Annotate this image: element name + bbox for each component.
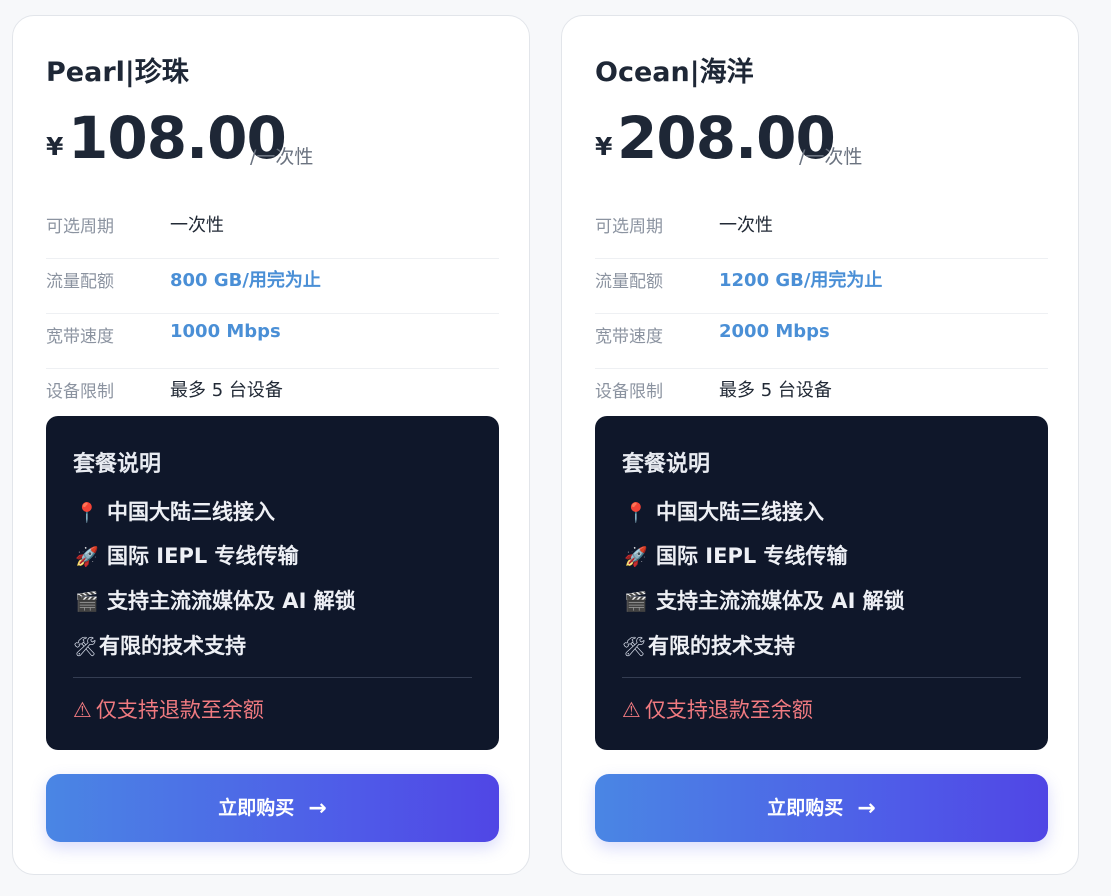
plan-name: Pearl|珍珠: [46, 57, 189, 88]
price-row: ¥ 108.00 /一次性: [46, 104, 499, 174]
spec-row-devices: 设备限制 最多 5 台设备: [46, 369, 499, 423]
spec-row-devices: 设备限制 最多 5 台设备: [595, 369, 1048, 423]
description-title: 套餐说明: [622, 452, 711, 477]
tools-icon: 🛠: [622, 636, 647, 658]
location-pin-icon: 📍: [624, 502, 648, 524]
spec-row-bandwidth: 宽带速度 1000 Mbps: [46, 314, 499, 369]
buy-button-label: 立即购买: [767, 797, 844, 819]
refund-notice: ⚠ 仅支持退款至余额: [622, 694, 813, 724]
plan-name: Ocean|海洋: [595, 57, 754, 88]
spec-label: 可选周期: [46, 217, 114, 237]
feature-text: 国际 IEPL 专线传输: [656, 544, 848, 568]
warning-icon: ⚠: [622, 698, 641, 722]
tools-icon: 🛠: [73, 636, 98, 658]
spec-label: 流量配额: [46, 272, 114, 292]
plan-card-pearl: Pearl|珍珠 ¥ 108.00 /一次性 可选周期 一次性 流量配额 800…: [12, 15, 530, 875]
spec-value: 最多 5 台设备: [719, 380, 832, 401]
spec-value: 1200 GB/用完为止: [719, 270, 883, 291]
spec-list: 可选周期 一次性 流量配额 800 GB/用完为止 宽带速度 1000 Mbps…: [46, 204, 499, 423]
arrow-right-icon: →: [308, 796, 327, 821]
feature-item: 📍 中国大陆三线接入: [73, 496, 275, 526]
feature-item: 🚀 国际 IEPL 专线传输: [622, 540, 848, 570]
feature-text: 国际 IEPL 专线传输: [107, 544, 299, 568]
feature-item: 🛠有限的技术支持: [73, 630, 246, 660]
spec-label: 宽带速度: [46, 327, 114, 347]
price-period: /一次性: [250, 146, 314, 168]
divider: [73, 677, 472, 678]
description-title: 套餐说明: [73, 452, 162, 477]
spec-label: 设备限制: [595, 382, 663, 402]
rocket-icon: 🚀: [624, 546, 648, 568]
rocket-icon: 🚀: [75, 546, 99, 568]
spec-row-cycle: 可选周期 一次性: [595, 204, 1048, 259]
currency-symbol: ¥: [46, 132, 64, 161]
spec-row-traffic: 流量配额 1200 GB/用完为止: [595, 259, 1048, 314]
notice-text: 仅支持退款至余额: [95, 698, 264, 722]
clapperboard-icon: 🎬: [624, 591, 648, 613]
warning-icon: ⚠: [73, 698, 92, 722]
buy-now-button[interactable]: 立即购买 →: [46, 774, 499, 842]
plan-list: Pearl|珍珠 ¥ 108.00 /一次性 可选周期 一次性 流量配额 800…: [0, 0, 1111, 896]
buy-button-label: 立即购买: [218, 797, 295, 819]
spec-row-bandwidth: 宽带速度 2000 Mbps: [595, 314, 1048, 369]
spec-label: 可选周期: [595, 217, 663, 237]
feature-text: 中国大陆三线接入: [107, 500, 275, 524]
price-period: /一次性: [799, 146, 863, 168]
feature-item: 🎬 支持主流流媒体及 AI 解锁: [73, 585, 356, 615]
location-pin-icon: 📍: [75, 502, 99, 524]
spec-label: 流量配额: [595, 272, 663, 292]
refund-notice: ⚠ 仅支持退款至余额: [73, 694, 264, 724]
divider: [622, 677, 1021, 678]
feature-item: 🎬 支持主流流媒体及 AI 解锁: [622, 585, 905, 615]
feature-item: 📍 中国大陆三线接入: [622, 496, 824, 526]
feature-text: 有限的技术支持: [99, 634, 246, 658]
spec-row-cycle: 可选周期 一次性: [46, 204, 499, 259]
spec-value: 一次性: [719, 215, 773, 236]
spec-value: 800 GB/用完为止: [170, 270, 321, 291]
spec-list: 可选周期 一次性 流量配额 1200 GB/用完为止 宽带速度 2000 Mbp…: [595, 204, 1048, 423]
arrow-right-icon: →: [857, 796, 876, 821]
spec-label: 设备限制: [46, 382, 114, 402]
feature-item: 🚀 国际 IEPL 专线传输: [73, 540, 299, 570]
plan-description-box: 套餐说明 📍 中国大陆三线接入 🚀 国际 IEPL 专线传输 🎬 支持主流流媒体及 A…: [46, 416, 499, 750]
spec-row-traffic: 流量配额 800 GB/用完为止: [46, 259, 499, 314]
spec-value: 1000 Mbps: [170, 321, 281, 342]
spec-label: 宽带速度: [595, 327, 663, 347]
spec-value: 最多 5 台设备: [170, 380, 283, 401]
feature-text: 支持主流流媒体及 AI 解锁: [656, 589, 905, 613]
feature-text: 有限的技术支持: [648, 634, 795, 658]
price-row: ¥ 208.00 /一次性: [595, 104, 1048, 174]
spec-value: 2000 Mbps: [719, 321, 830, 342]
notice-text: 仅支持退款至余额: [644, 698, 813, 722]
spec-value: 一次性: [170, 215, 224, 236]
clapperboard-icon: 🎬: [75, 591, 99, 613]
feature-item: 🛠有限的技术支持: [622, 630, 795, 660]
feature-text: 支持主流流媒体及 AI 解锁: [107, 589, 356, 613]
feature-text: 中国大陆三线接入: [656, 500, 824, 524]
currency-symbol: ¥: [595, 132, 613, 161]
plan-description-box: 套餐说明 📍 中国大陆三线接入 🚀 国际 IEPL 专线传输 🎬 支持主流流媒体及 A…: [595, 416, 1048, 750]
buy-now-button[interactable]: 立即购买 →: [595, 774, 1048, 842]
plan-card-ocean: Ocean|海洋 ¥ 208.00 /一次性 可选周期 一次性 流量配额 120…: [561, 15, 1079, 875]
